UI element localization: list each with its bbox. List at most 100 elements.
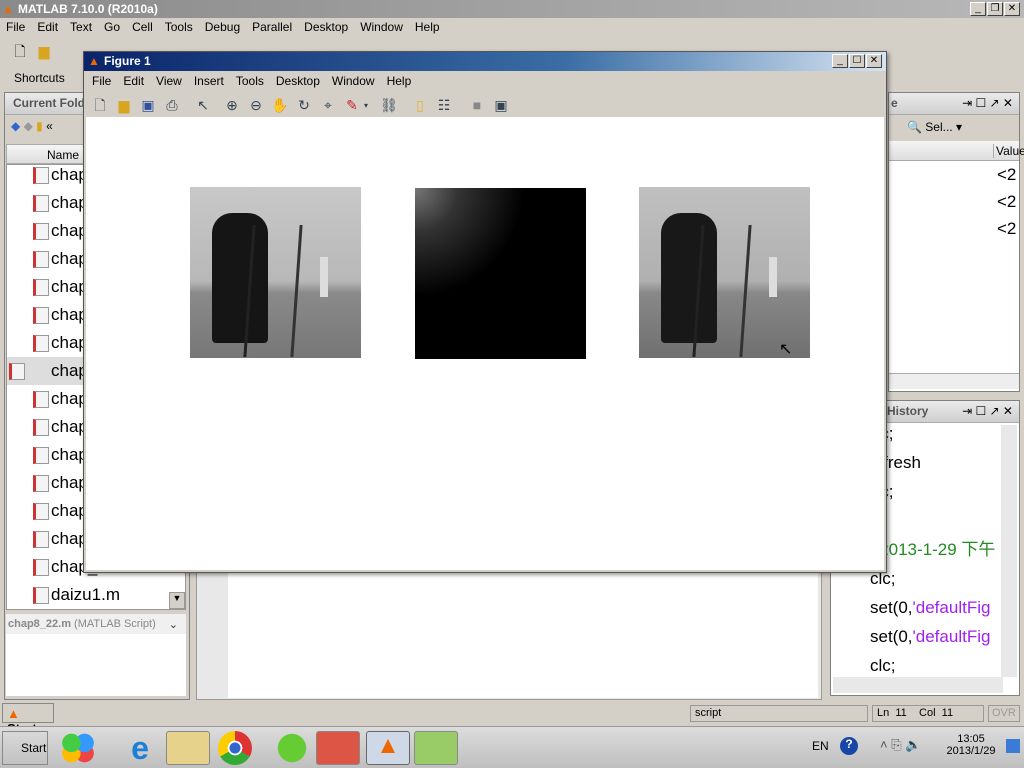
select-dropdown[interactable]: Sel... xyxy=(925,120,952,134)
figure-menu-edit[interactable]: Edit xyxy=(117,74,150,88)
select-data-icon[interactable]: 🔍 xyxy=(907,120,922,134)
figure-menu-file[interactable]: File xyxy=(86,74,117,88)
workspace-value[interactable]: <2 xyxy=(997,165,1016,185)
file-details-bar: chap8_22.m (MATLAB Script) ⌄ xyxy=(6,614,186,634)
file-item[interactable]: daizu1.m xyxy=(31,581,185,609)
matlab-task-icon[interactable]: ▲ xyxy=(366,731,410,765)
file-explorer-icon[interactable] xyxy=(166,731,210,765)
menu-tools[interactable]: Tools xyxy=(159,20,199,36)
zoom-out-icon[interactable]: ⊖ xyxy=(247,96,265,114)
menu-help[interactable]: Help xyxy=(409,20,446,36)
ovr-indicator: OVR xyxy=(988,705,1020,722)
open-file-icon[interactable]: ▆ xyxy=(115,96,133,114)
clock[interactable]: 13:05 2013/1/29 xyxy=(946,733,996,757)
chevron-down-icon[interactable]: ⌄ xyxy=(169,618,178,631)
history-string: 'defaultFig xyxy=(912,598,991,617)
show-desktop-button[interactable] xyxy=(1006,739,1020,753)
menu-text[interactable]: Text xyxy=(64,20,98,36)
workspace-value[interactable]: <2 xyxy=(997,192,1016,212)
figure-menu-window[interactable]: Window xyxy=(326,74,381,88)
restore-button[interactable]: ❐ xyxy=(987,2,1003,16)
history-string: 'defaultFig xyxy=(912,627,991,646)
workspace-panel: e ⇥ ☐ ↗ ✕ 🔍 Sel... ▾ Value <2 <2 <2 xyxy=(888,92,1024,392)
reconstructed-image xyxy=(639,187,810,358)
zoom-in-icon[interactable]: ⊕ xyxy=(223,96,241,114)
forward-icon[interactable]: ◆ xyxy=(24,119,33,133)
figure-title-bar: Figure 1 xyxy=(84,52,886,71)
menu-window[interactable]: Window xyxy=(354,20,409,36)
menu-file[interactable]: File xyxy=(0,20,31,36)
menu-cell[interactable]: Cell xyxy=(126,20,159,36)
app-icon-green[interactable] xyxy=(270,731,314,765)
path-field[interactable]: « xyxy=(46,119,53,133)
new-figure-icon[interactable]: 🗋 xyxy=(91,96,109,114)
history-entry[interactable]: clc; xyxy=(886,478,1000,506)
scroll-down-button[interactable]: ▼ xyxy=(169,592,185,609)
history-entry[interactable]: clc; xyxy=(870,565,1000,593)
open-folder-icon[interactable]: ▆ xyxy=(35,42,53,60)
app-icon-map[interactable] xyxy=(414,731,458,765)
horizontal-scrollbar[interactable] xyxy=(889,373,1019,389)
figure-toolbar: 🗋 ▆ ▣ ⎙ ↖ ⊕ ⊖ ✋ ↻ ⌖ ✎ ▾ ⛓ ▯ ☷ ■ ▣ xyxy=(88,94,513,116)
minimize-button[interactable]: _ xyxy=(970,2,986,16)
matlab-start-button[interactable]: ▲ Start xyxy=(2,703,54,736)
menu-go[interactable]: Go xyxy=(98,20,126,36)
figure-close-button[interactable]: ✕ xyxy=(866,54,882,68)
show-plot-tools-icon[interactable]: ▣ xyxy=(492,96,510,114)
print-icon[interactable]: ⎙ xyxy=(163,96,181,114)
legend-icon[interactable]: ☷ xyxy=(435,96,453,114)
pan-hand-icon[interactable]: ✋ xyxy=(271,96,289,114)
hide-plot-tools-icon[interactable]: ■ xyxy=(468,96,486,114)
workspace-value[interactable]: <2 xyxy=(997,219,1016,239)
history-text: clc; xyxy=(886,424,894,443)
powerpoint-icon[interactable] xyxy=(316,731,360,765)
figure-canvas[interactable]: ↖ xyxy=(86,117,884,570)
windows-start-button[interactable]: Start xyxy=(2,731,48,765)
save-icon[interactable]: ▣ xyxy=(139,96,157,114)
history-entry[interactable]: 2 xyxy=(886,507,1000,535)
language-indicator[interactable]: EN xyxy=(812,739,829,753)
chrome-icon[interactable] xyxy=(218,731,252,765)
vertical-scrollbar[interactable] xyxy=(1001,425,1017,677)
folder-icon: ▮ xyxy=(36,119,43,133)
history-entry[interactable]: set(0,'defaultFig xyxy=(870,623,1000,651)
figure-menu-tools[interactable]: Tools xyxy=(230,74,270,88)
menu-desktop[interactable]: Desktop xyxy=(298,20,354,36)
figure-window: Figure 1 ▲ _ ☐ ✕ File Edit View Insert Tools De… xyxy=(83,51,887,573)
app-icon[interactable] xyxy=(56,731,100,765)
colorbar-icon[interactable]: ▯ xyxy=(411,96,429,114)
figure-menu-help[interactable]: Help xyxy=(381,74,418,88)
help-icon[interactable]: ? xyxy=(840,737,858,755)
tray-icons[interactable]: ˄ ⎘ 🔈 xyxy=(880,737,921,753)
figure-menu-insert[interactable]: Insert xyxy=(188,74,230,88)
back-icon[interactable]: ◆ xyxy=(11,119,20,133)
figure-menu-desktop[interactable]: Desktop xyxy=(270,74,326,88)
rotate-3d-icon[interactable]: ↻ xyxy=(295,96,313,114)
figure-maximize-button[interactable]: ☐ xyxy=(849,54,865,68)
editor-text-area[interactable] xyxy=(228,572,818,698)
edit-plot-arrow-icon[interactable]: ↖ xyxy=(194,96,212,114)
history-entry[interactable]: %-- 2013-1-29 下午 xyxy=(886,536,1000,564)
history-entry[interactable]: clc; xyxy=(886,420,1000,448)
brush-icon[interactable]: ✎ xyxy=(343,96,361,114)
panel-controls[interactable]: ⇥ ☐ ↗ ✕ xyxy=(962,404,1013,418)
link-plot-icon[interactable]: ⛓ xyxy=(380,96,398,114)
windows-taskbar: Start e ▲ EN ? ˄ ⎘ 🔈 13:05 2013/1/29 xyxy=(0,726,1024,768)
internet-explorer-icon[interactable]: e xyxy=(118,731,162,765)
shortcuts-label[interactable]: Shortcuts xyxy=(14,71,65,85)
figure-minimize-button[interactable]: _ xyxy=(832,54,848,68)
history-entry[interactable]: clc; xyxy=(870,652,1000,680)
menu-debug[interactable]: Debug xyxy=(199,20,246,36)
history-entry[interactable]: refresh xyxy=(886,449,1000,477)
panel-controls[interactable]: ⇥ ☐ ↗ ✕ xyxy=(962,96,1013,110)
history-entry[interactable]: set(0,'defaultFig xyxy=(870,594,1000,622)
value-column-header[interactable]: Value xyxy=(993,144,1024,158)
new-file-icon[interactable]: 🗋 xyxy=(11,42,29,60)
matlab-logo-icon: ▲ xyxy=(2,2,14,16)
data-cursor-icon[interactable]: ⌖ xyxy=(319,96,337,114)
figure-menu-bar: File Edit View Insert Tools Desktop Window Help xyxy=(86,74,417,88)
menu-edit[interactable]: Edit xyxy=(31,20,64,36)
figure-menu-view[interactable]: View xyxy=(150,74,188,88)
close-button[interactable]: ✕ xyxy=(1004,2,1020,16)
menu-parallel[interactable]: Parallel xyxy=(246,20,298,36)
